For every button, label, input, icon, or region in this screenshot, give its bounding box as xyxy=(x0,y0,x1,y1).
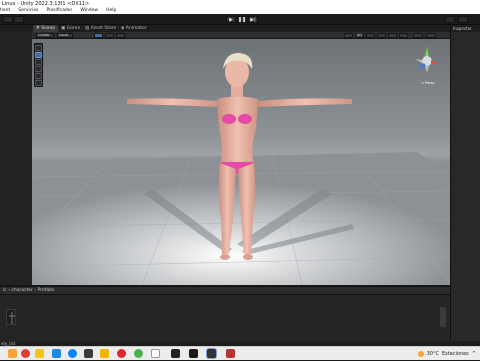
taskbar: 30°C Estaciones ^ xyxy=(0,346,480,360)
gizmo-persp-label[interactable]: < Persp xyxy=(421,81,435,85)
weather-temp[interactable]: 30°C xyxy=(427,347,439,361)
gingerbread-app-icon[interactable] xyxy=(8,349,17,358)
step-button[interactable]: ▶| xyxy=(248,16,258,23)
hierarchy-panel xyxy=(0,32,32,285)
opera-browser-icon[interactable] xyxy=(117,349,126,358)
folder-app-icon[interactable] xyxy=(35,349,44,358)
notepad-icon[interactable] xyxy=(151,349,160,358)
unity-editor-icon[interactable] xyxy=(207,349,216,358)
audio-toggle[interactable] xyxy=(377,33,386,38)
pause-icon: ❚❚ xyxy=(237,16,247,23)
view-tool-icon[interactable] xyxy=(35,45,42,51)
bikini-top-left xyxy=(222,114,236,124)
tray-chevron-icon[interactable]: ^ xyxy=(472,347,476,361)
pivot-rotation-dropdown[interactable]: Local xyxy=(57,33,73,38)
steam-icon[interactable] xyxy=(189,349,198,358)
prefab-thumbnail[interactable] xyxy=(6,309,16,325)
window-title: Linux - Unity 2022.3.13f1 <DX11> xyxy=(0,0,480,8)
weather-icon xyxy=(417,351,424,357)
increment-snap[interactable] xyxy=(116,33,125,38)
scene-toolbar: Center Local 2D xyxy=(32,32,450,39)
scene-gizmo[interactable] xyxy=(415,47,439,73)
camera-settings-button[interactable] xyxy=(413,33,423,38)
edge-browser-icon[interactable] xyxy=(68,349,77,358)
tab-scene[interactable]: # Scene xyxy=(33,25,58,32)
layers-dropdown[interactable] xyxy=(458,16,468,23)
cloud-button[interactable] xyxy=(14,16,24,23)
grid-toggle[interactable] xyxy=(94,33,103,38)
breadcrumb-character[interactable]: character xyxy=(11,288,33,293)
tab-game[interactable]: ▣ Game xyxy=(58,25,83,32)
task-view-icon[interactable] xyxy=(84,349,93,358)
bottom-scrollbar[interactable] xyxy=(440,307,446,327)
store-tab-icon: ▤ xyxy=(85,26,90,31)
account-button[interactable] xyxy=(3,16,13,23)
effects-dropdown[interactable] xyxy=(388,33,397,38)
breadcrumb-prefabs[interactable]: Prefabs xyxy=(38,288,55,293)
record-app-icon[interactable] xyxy=(21,349,30,358)
draw-mode-dropdown[interactable] xyxy=(344,33,353,38)
scale-tool-icon[interactable] xyxy=(35,66,42,72)
transform-tool-icon[interactable] xyxy=(35,80,42,86)
play-button[interactable]: ▶ xyxy=(226,16,236,23)
view-2d-toggle[interactable]: 2D xyxy=(355,33,364,38)
move-tool-icon[interactable] xyxy=(35,52,42,58)
rect-tool-icon[interactable] xyxy=(35,73,42,79)
main-toolbar: ▶ ❚❚ ▶| xyxy=(0,14,480,25)
gizmos-dropdown[interactable] xyxy=(426,33,436,38)
breadcrumb-separator-2: › xyxy=(34,288,37,293)
inspector-panel: Inspector xyxy=(450,25,480,341)
breadcrumb-separator: › xyxy=(8,288,10,293)
snap-toggle[interactable] xyxy=(105,33,114,38)
editor-tab-bar: # Scene ▣ Game ▤ Asset Store ◈ Animator xyxy=(0,25,450,32)
bikini-top-right xyxy=(238,114,252,124)
game-app-icon[interactable] xyxy=(226,349,235,358)
project-breadcrumb: lc › character › Prefabs xyxy=(0,287,450,295)
rotate-tool-icon[interactable] xyxy=(35,59,42,65)
chrome-browser-icon[interactable] xyxy=(134,349,143,358)
lighting-toggle[interactable] xyxy=(366,33,375,38)
hidden-objects-toggle[interactable] xyxy=(399,33,408,38)
tab-inspector[interactable]: Inspector xyxy=(451,25,480,32)
tab-animator[interactable]: ◈ Animator xyxy=(118,25,150,32)
explorer-icon[interactable] xyxy=(100,349,109,358)
weather-location[interactable]: Estaciones xyxy=(442,347,469,361)
scene-tab-icon: # xyxy=(36,26,40,31)
windows-start-icon[interactable] xyxy=(52,349,61,358)
unity-hub-icon[interactable] xyxy=(171,349,180,358)
project-panel: lc › character › Prefabs xyxy=(0,286,450,341)
breadcrumb-prefix[interactable]: lc xyxy=(0,288,7,293)
system-tray: 30°C Estaciones ^ xyxy=(417,347,476,361)
step-icon: ▶| xyxy=(250,16,256,23)
game-tab-icon: ▣ xyxy=(61,26,66,31)
search-button[interactable] xyxy=(445,16,455,23)
pause-button[interactable]: ❚❚ xyxy=(237,16,247,23)
tab-asset-store[interactable]: ▤ Asset Store xyxy=(82,25,119,32)
scene-viewport[interactable]: < Persp xyxy=(32,39,450,285)
character-prefab-icon xyxy=(9,312,15,324)
animator-tab-icon: ◈ xyxy=(121,26,125,31)
play-icon: ▶ xyxy=(229,16,233,23)
scene-render: < Persp xyxy=(32,47,450,285)
tool-palette xyxy=(34,43,43,87)
pivot-mode-dropdown[interactable]: Center xyxy=(36,33,54,38)
